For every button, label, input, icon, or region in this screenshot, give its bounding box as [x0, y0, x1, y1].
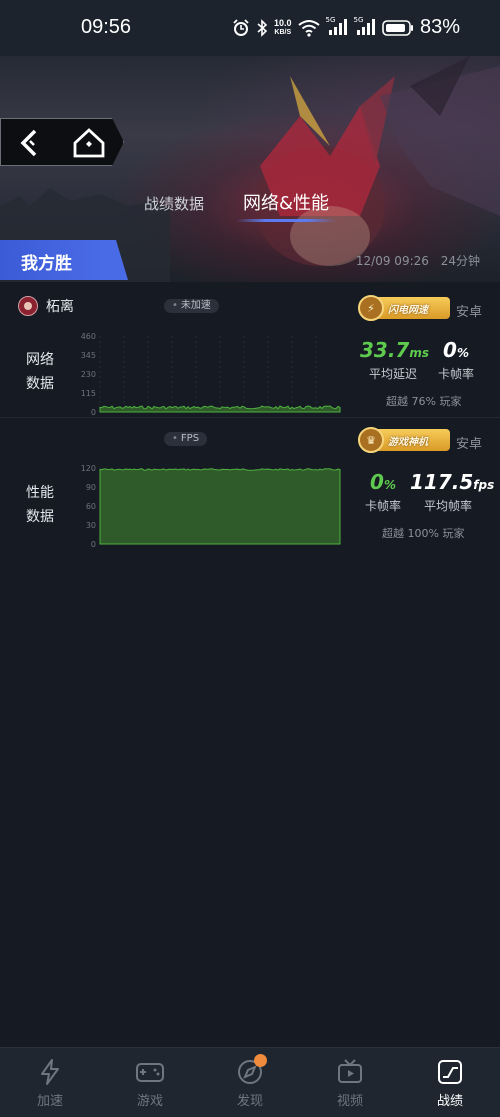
acceleration-status-chip: 未加速	[164, 299, 219, 313]
latency-chart-y-tick: 460	[81, 332, 96, 341]
net-speed-unit: KB/S	[274, 29, 292, 36]
fps-chart-series-area	[99, 468, 341, 545]
fps-chip: FPS	[164, 432, 208, 446]
cell-signal-2: 5G	[353, 16, 376, 38]
network-stutter-metric: 0% 卡帧率	[434, 338, 478, 382]
performance-title-line2: 数据	[26, 509, 54, 525]
performance-stutter-value: 0	[370, 470, 384, 494]
player-info: 柘离	[18, 296, 74, 316]
back-arrow-icon[interactable]	[13, 127, 45, 159]
latency-chart-y-tick: 345	[81, 351, 96, 360]
wifi-icon	[297, 20, 320, 37]
lightning-badge-icon: ⚡	[358, 295, 384, 321]
network-stutter-value: 0	[443, 338, 457, 362]
latency-chart: 460 345 230 115 0	[81, 332, 341, 417]
tab-bar: 战绩数据 网络&性能	[0, 189, 500, 229]
network-beat-text: 超越 76% 玩家	[386, 395, 462, 408]
network-badge: ⚡ 闪电网速	[358, 295, 450, 321]
latency-chart-y-tick: 0	[91, 408, 96, 417]
network-platform: 安卓	[456, 305, 483, 320]
network-stutter-label: 卡帧率	[437, 367, 474, 381]
performance-beat-text: 超越 100% 玩家	[382, 527, 465, 540]
match-header: 战绩数据 网络&性能 我方胜 12/09 09:26 24分钟	[0, 56, 500, 282]
bottom-navigation: 加速 游戏 发现 视频 战绩	[0, 1047, 500, 1117]
crown-badge-icon: ♛	[358, 427, 384, 453]
nav-games-label: 游戏	[136, 1094, 163, 1109]
status-icons: 10.0 KB/S 5G 5G	[232, 14, 414, 42]
nav-video[interactable]: 视频	[315, 1058, 385, 1109]
net-speed-value: 10.0	[274, 18, 292, 28]
performance-data-title: 性能 数据	[26, 481, 54, 529]
stats-chart-icon	[438, 1060, 462, 1084]
cell-signal-1: 5G	[325, 16, 348, 38]
avg-fps-label: 平均帧率	[423, 499, 472, 513]
nav-record[interactable]: 战绩	[415, 1058, 485, 1109]
tab-network-performance[interactable]: 网络&性能	[243, 189, 329, 215]
network-data-title: 网络 数据	[26, 348, 54, 396]
avg-latency-label: 平均延迟	[368, 367, 417, 381]
nav-discover[interactable]: 发现	[215, 1054, 285, 1109]
avg-latency-unit: ms	[409, 346, 430, 360]
performance-platform: 安卓	[456, 437, 483, 452]
network-title-line2: 数据	[26, 376, 54, 392]
fps-chart: 120 90 60 30 0	[81, 464, 341, 549]
signal-1-label: 5G	[325, 16, 336, 24]
status-time: 09:56	[81, 16, 132, 38]
match-duration: 24分钟	[440, 254, 480, 268]
network-stutter-unit: %	[456, 346, 469, 360]
network-speed: 10.0 KB/S	[274, 19, 292, 37]
player-avatar	[18, 296, 38, 316]
player-name: 柘离	[46, 299, 74, 315]
avg-fps-metric: 117.5fps 平均帧率	[410, 470, 494, 514]
network-data-row: 柘离 未加速 网络 数据 460 345 230 115 0 ⚡ 闪电网速 安卓 33.…	[0, 288, 500, 418]
notification-dot	[254, 1054, 267, 1067]
fps-chart-y-tick: 120	[81, 464, 96, 473]
lightning-icon	[41, 1059, 59, 1085]
performance-title-line1: 性能	[26, 485, 54, 501]
fps-chart-y-tick: 30	[86, 521, 96, 530]
fps-chart-y-tick: 0	[91, 540, 96, 549]
nav-games[interactable]: 游戏	[115, 1058, 185, 1109]
performance-stutter-metric: 0% 卡帧率	[360, 470, 406, 514]
fps-chart-y-tick: 90	[86, 483, 96, 492]
latency-chart-y-tick: 115	[81, 389, 96, 398]
battery-percent: 83%	[420, 16, 461, 38]
avg-latency-metric: 33.7ms 平均延迟	[360, 338, 430, 382]
tab-match-stats[interactable]: 战绩数据	[144, 193, 204, 214]
alarm-icon	[233, 19, 249, 36]
network-badge-label: 闪电网速	[388, 304, 428, 316]
network-title-line1: 网络	[26, 352, 54, 368]
match-result-banner: 我方胜	[0, 240, 128, 280]
fps-chart-y-tick: 60	[86, 502, 96, 511]
match-time: 12/09 09:26	[355, 254, 429, 268]
performance-badge: ♛ 游戏神机	[358, 427, 450, 453]
gamepad-icon	[136, 1063, 164, 1082]
nav-video-label: 视频	[336, 1094, 363, 1109]
bluetooth-icon	[257, 19, 268, 37]
performance-badge-label: 游戏神机	[388, 436, 428, 448]
match-meta: 12/09 09:26 24分钟	[348, 252, 480, 269]
match-result: 我方胜	[21, 254, 72, 274]
signal-2-label: 5G	[353, 16, 364, 24]
performance-data-row: FPS 性能 数据 120 90 60 30 0 ♛ 游戏神机 安卓 0% 卡帧率 11…	[0, 424, 500, 559]
nav-discover-label: 发现	[236, 1094, 263, 1109]
avg-fps-value: 117.5	[410, 470, 474, 494]
performance-stutter-unit: %	[383, 478, 396, 492]
nav-controls	[0, 118, 124, 166]
tv-play-icon	[338, 1059, 362, 1083]
nav-accelerate-label: 加速	[36, 1094, 63, 1109]
avg-fps-unit: fps	[473, 478, 495, 492]
battery-icon	[381, 20, 413, 36]
status-bar: 09:56 10.0 KB/S 5G 5G 83%	[0, 0, 500, 56]
active-tab-indicator	[236, 219, 336, 222]
latency-chart-y-tick: 230	[81, 370, 96, 379]
nav-accelerate[interactable]: 加速	[15, 1058, 85, 1109]
home-icon[interactable]	[71, 127, 107, 159]
nav-record-label: 战绩	[436, 1094, 463, 1109]
avg-latency-value: 33.7	[360, 338, 410, 362]
performance-stutter-label: 卡帧率	[364, 499, 401, 513]
